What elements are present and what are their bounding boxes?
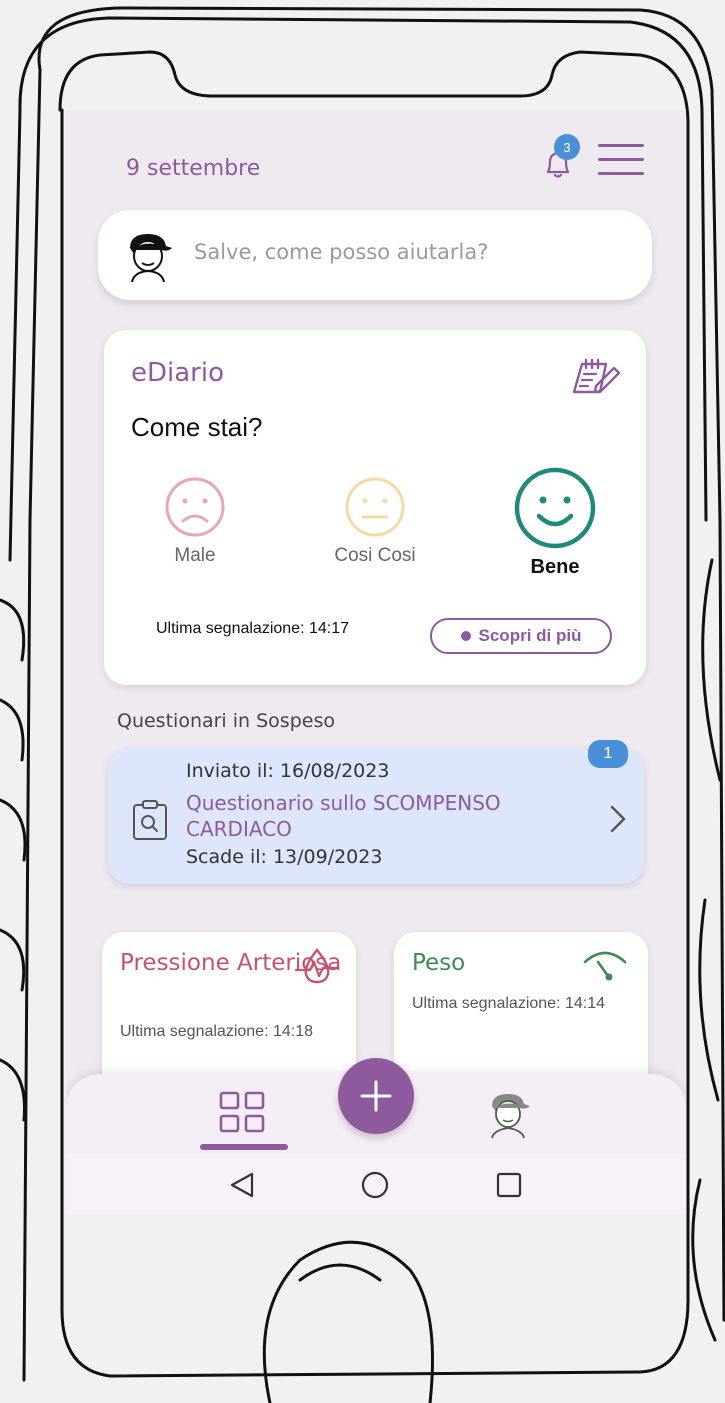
system-navigation-bar (66, 1154, 686, 1214)
ediario-last-report: Ultima segnalazione: 14:17 (156, 620, 350, 637)
sad-face-icon (165, 477, 225, 537)
pending-count-badge: 1 (588, 740, 628, 768)
assistant-avatar-icon (130, 234, 172, 283)
add-button[interactable] (338, 1058, 414, 1134)
clipboard-search-icon (133, 800, 167, 840)
mood-label-bene: Bene (530, 556, 580, 578)
app-screen: 9 settembre 3 Salve, come posso aiutarla… (66, 110, 686, 1214)
mood-label-cosi-cosi: Cosi Cosi (334, 545, 416, 566)
home-circle-icon[interactable] (360, 1170, 390, 1200)
questionnaire-sent-date: Inviato il: 16/08/2023 (186, 760, 390, 782)
assistant-placeholder: Salve, come posso aiutarla? (194, 240, 489, 264)
plus-icon (360, 1080, 392, 1112)
weight-title: Peso (412, 950, 466, 976)
notification-badge: 3 (554, 134, 580, 160)
hamburger-menu-icon[interactable] (598, 144, 644, 180)
discover-more-label: Scopri di più (478, 626, 582, 645)
ediario-card: eDiario Come stai? Male Cosi Cosi Bene U… (104, 330, 646, 685)
pending-section-title: Questionari in Sospeso (117, 710, 335, 732)
weight-last-report: Ultima segnalazione: 14:14 (412, 995, 606, 1012)
mood-option-male[interactable]: Male (130, 475, 260, 567)
scale-gauge-icon (583, 951, 627, 981)
questionnaire-expiry-date: Scade il: 13/09/2023 (186, 846, 383, 868)
mood-option-bene[interactable]: Bene (490, 466, 620, 579)
ediario-title: eDiario (131, 358, 224, 388)
active-tab-indicator (200, 1144, 288, 1150)
blood-pressure-last-report: Ultima segnalazione: 14:18 (120, 1023, 314, 1040)
questionnaire-name: Questionario sullo SCOMPENSO CARDIACO (186, 791, 501, 841)
back-triangle-icon[interactable] (228, 1170, 258, 1200)
pending-questionnaire-card[interactable]: 1 Inviato il: 16/08/2023 Questionario su… (108, 740, 644, 884)
happy-face-icon (514, 467, 596, 549)
recent-apps-square-icon[interactable] (494, 1170, 524, 1200)
chevron-right-icon (610, 805, 626, 833)
dot-icon (460, 631, 471, 641)
date-label: 9 settembre (126, 156, 261, 181)
assistant-chat-bar[interactable]: Salve, come posso aiutarla? (98, 210, 652, 300)
neutral-face-icon (345, 477, 405, 537)
dashboard-grid-icon[interactable] (218, 1090, 266, 1134)
profile-avatar-icon[interactable] (484, 1090, 532, 1140)
mood-option-cosi-cosi[interactable]: Cosi Cosi (310, 475, 440, 567)
notebook-pen-icon[interactable] (566, 354, 622, 398)
mood-label-male: Male (174, 545, 216, 566)
blood-drop-icon (294, 948, 340, 984)
mood-question: Come stai? (131, 412, 263, 442)
discover-more-button[interactable]: Scopri di più (430, 618, 612, 654)
